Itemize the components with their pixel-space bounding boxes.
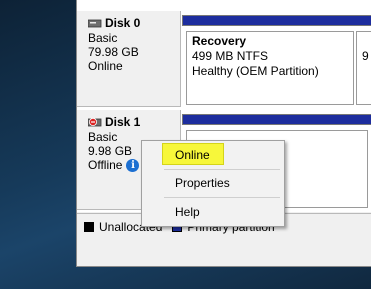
menu-separator — [164, 197, 280, 198]
disk-1-title: Disk 1 — [88, 114, 180, 130]
info-icon[interactable]: i — [126, 158, 140, 172]
disk-0-title: Disk 0 — [88, 15, 180, 31]
disk-1-status: Offline — [88, 158, 123, 172]
disk-0-label[interactable]: Disk 0 Basic 79.98 GB Online — [77, 11, 181, 107]
unallocated-swatch — [84, 222, 94, 232]
disk-1-name: Disk 1 — [105, 115, 141, 129]
recovery-title: Recovery — [192, 34, 247, 48]
disk-0-partitions: Recovery 499 MB NTFS Healthy (OEM Partit… — [182, 15, 371, 107]
disk-0-name: Disk 0 — [105, 16, 141, 30]
menu-item-online[interactable]: Online — [162, 143, 224, 165]
menu-item-properties[interactable]: Properties — [142, 172, 284, 194]
recovery-partition[interactable]: Recovery 499 MB NTFS Healthy (OEM Partit… — [186, 31, 354, 105]
recovery-size: 499 MB NTFS — [192, 49, 269, 63]
menu-item-help[interactable]: Help — [142, 201, 284, 223]
disk-1-partition-bar — [182, 114, 371, 125]
next-partition[interactable]: 9 — [356, 31, 371, 105]
context-menu: Online Properties Help — [141, 140, 285, 227]
menu-separator — [164, 169, 280, 170]
disk-icon — [88, 19, 102, 28]
disk-0-status: Online — [88, 59, 123, 73]
recovery-health: Healthy (OEM Partition) — [192, 64, 319, 78]
disk-0-partition-bar — [182, 15, 371, 26]
disk-0-type: Basic — [88, 31, 118, 45]
disk-0-size: 79.98 GB — [88, 45, 139, 59]
next-partition-partial-text: 9 — [362, 49, 369, 63]
disk-offline-icon — [88, 118, 102, 127]
